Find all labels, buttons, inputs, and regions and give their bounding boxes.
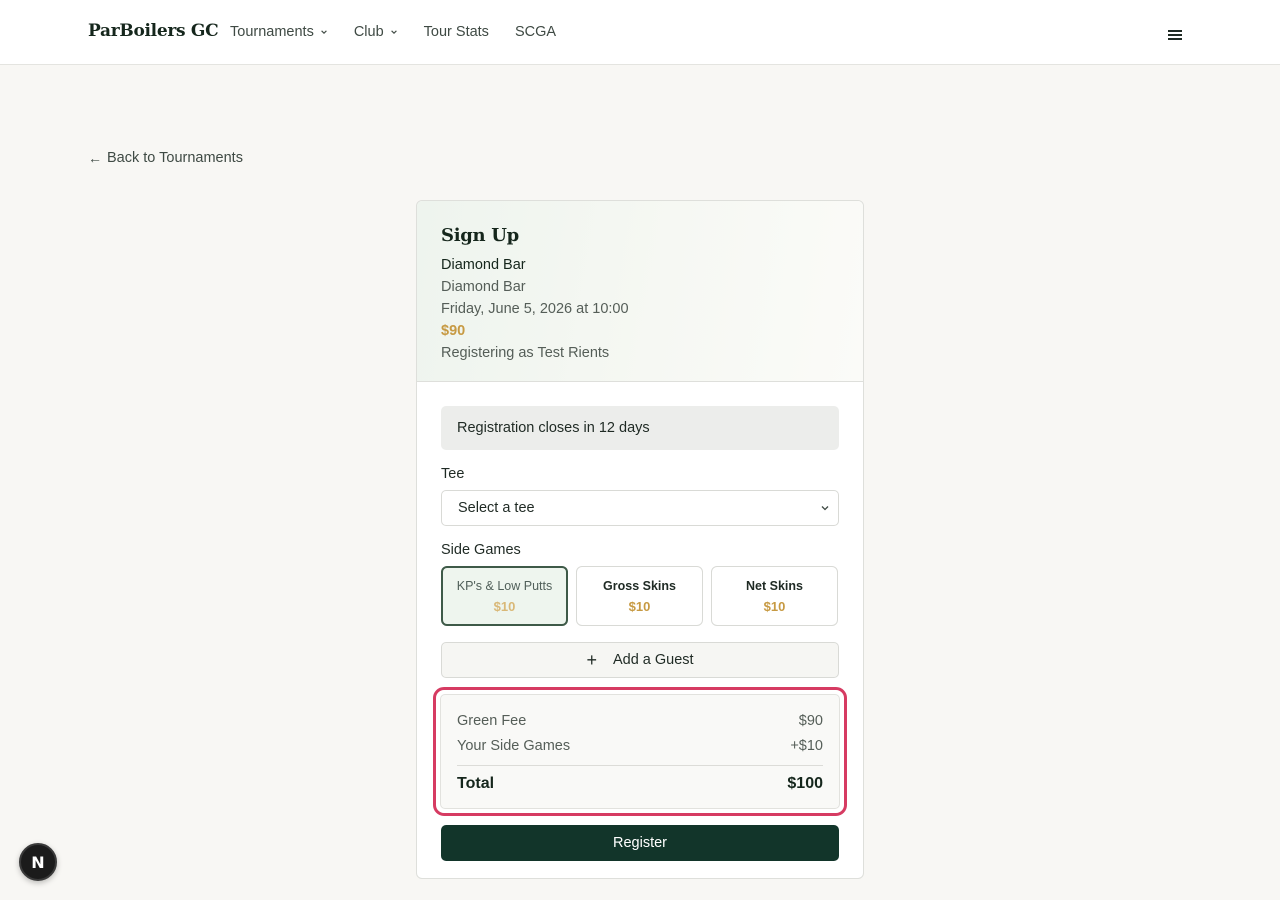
signup-card-header: Sign Up Diamond Bar Diamond Bar Friday, …: [417, 201, 863, 382]
summary-highlight: Green Fee $90 Your Side Games +$10 Total…: [433, 687, 847, 816]
nav-tour-stats[interactable]: Tour Stats: [424, 24, 489, 40]
registering-as: Registering as Test Rients: [441, 345, 610, 361]
hamburger-icon[interactable]: [1166, 26, 1184, 44]
side-games-row: Your Side Games +$10: [457, 734, 823, 759]
total-row: Total $100: [457, 772, 823, 796]
side-games-options: KP's & Low Putts $10 Gross Skins $10 Net…: [441, 566, 839, 626]
tee-select-value: Select a tee: [458, 500, 535, 516]
dev-tools-badge[interactable]: N: [19, 843, 57, 881]
summary-divider: [457, 765, 823, 766]
side-game-gross-skins[interactable]: Gross Skins $10: [576, 566, 703, 626]
nav-tour-stats-label: Tour Stats: [423, 24, 489, 40]
plus-icon: +: [586, 650, 597, 670]
side-games-total-label: Your Side Games: [457, 738, 571, 754]
nav-club-label: Club: [353, 24, 384, 40]
chevron-down-icon: [390, 30, 397, 34]
card-title: Sign Up: [441, 225, 519, 246]
total-value: $100: [787, 775, 823, 792]
registration-notice: Registration closes in 12 days: [441, 406, 839, 450]
tee-label: Tee: [441, 466, 465, 482]
nav-scga[interactable]: SCGA: [515, 24, 556, 40]
side-game-price: $10: [763, 598, 786, 614]
side-game-price: $10: [628, 598, 651, 614]
register-button[interactable]: Register: [441, 825, 839, 861]
signup-card-body: Registration closes in 12 days Tee Selec…: [417, 382, 863, 861]
brand-logo[interactable]: ParBoilers GC: [88, 21, 219, 41]
price-summary: Green Fee $90 Your Side Games +$10 Total…: [440, 694, 840, 809]
side-game-price: $10: [493, 598, 516, 614]
add-guest-button[interactable]: + Add a Guest: [441, 642, 839, 678]
event-name: Diamond Bar: [441, 257, 526, 273]
event-price: $90: [441, 323, 466, 339]
main-nav: Tournaments Club Tour Stats SCGA: [230, 24, 582, 40]
nav-scga-label: SCGA: [514, 24, 557, 40]
nav-tournaments[interactable]: Tournaments: [230, 24, 328, 40]
green-fee-label: Green Fee: [457, 713, 527, 729]
side-game-name: KP's & Low Putts: [456, 578, 553, 593]
side-game-kps-low-putts[interactable]: KP's & Low Putts $10: [441, 566, 568, 626]
arrow-left-icon: ←: [88, 150, 102, 166]
top-navbar: ParBoilers GC Tournaments Club Tour Stat…: [0, 0, 1280, 65]
event-datetime: Friday, June 5, 2026 at 10:00: [441, 301, 629, 317]
side-game-name: Gross Skins: [603, 578, 676, 593]
chevron-down-icon: [821, 506, 829, 511]
nav-tournaments-label: Tournaments: [230, 24, 314, 40]
back-link-label: Back to Tournaments: [107, 150, 243, 166]
chevron-down-icon: [321, 30, 327, 34]
green-fee-row: Green Fee $90: [457, 709, 823, 734]
add-guest-label: Add a Guest: [612, 652, 694, 668]
back-to-tournaments-link[interactable]: ← Back to Tournaments: [88, 150, 243, 166]
side-game-net-skins[interactable]: Net Skins $10: [711, 566, 838, 626]
tee-select[interactable]: Select a tee: [441, 490, 839, 526]
green-fee-value: $90: [798, 713, 823, 729]
side-games-total-value: +$10: [790, 738, 823, 754]
side-games-label: Side Games: [441, 542, 521, 558]
total-label: Total: [457, 775, 495, 792]
nav-club[interactable]: Club: [354, 24, 398, 40]
side-game-name: Net Skins: [746, 578, 803, 593]
signup-card: Sign Up Diamond Bar Diamond Bar Friday, …: [416, 200, 864, 879]
course-name: Diamond Bar: [441, 279, 526, 295]
